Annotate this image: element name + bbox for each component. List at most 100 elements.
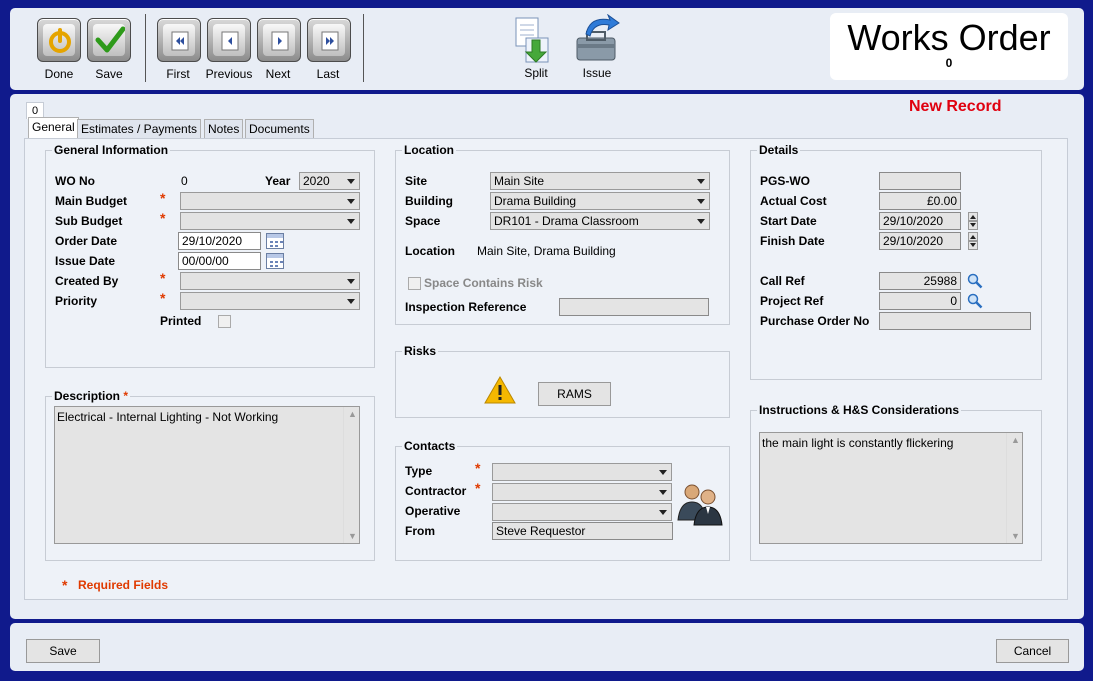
chevron-down-icon bbox=[659, 510, 667, 515]
required-marker: * bbox=[123, 389, 129, 403]
description-textarea[interactable]: Electrical - Internal Lighting - Not Wor… bbox=[54, 406, 360, 544]
save-toolbar-label: Save bbox=[95, 67, 123, 81]
calendar-icon[interactable] bbox=[266, 233, 284, 249]
start-date-stepper[interactable] bbox=[968, 212, 978, 230]
last-button[interactable] bbox=[307, 18, 351, 62]
sub-budget-select[interactable] bbox=[180, 212, 360, 230]
calendar-icon[interactable] bbox=[266, 253, 284, 269]
scroll-down-icon[interactable]: ▼ bbox=[348, 531, 357, 541]
save-button[interactable]: Save bbox=[26, 639, 100, 663]
description-title: Description bbox=[54, 389, 121, 403]
issue-icon[interactable] bbox=[572, 14, 622, 64]
finish-date-stepper[interactable] bbox=[968, 232, 978, 250]
chevron-down-icon bbox=[697, 199, 705, 204]
created-by-label: Created By bbox=[55, 274, 119, 288]
finish-date-field[interactable]: 29/10/2020 bbox=[879, 232, 961, 250]
space-label: Space bbox=[405, 214, 441, 228]
start-date-label: Start Date bbox=[760, 214, 817, 228]
search-icon[interactable] bbox=[967, 273, 983, 289]
last-page-icon bbox=[321, 31, 339, 51]
first-button[interactable] bbox=[157, 18, 201, 62]
printed-checkbox[interactable] bbox=[218, 315, 231, 328]
required-marker: * bbox=[475, 480, 481, 496]
required-marker: * bbox=[160, 190, 166, 206]
order-date-field[interactable]: 29/10/2020 bbox=[178, 232, 261, 250]
contractor-select[interactable] bbox=[492, 483, 672, 501]
call-ref-field[interactable]: 25988 bbox=[879, 272, 961, 290]
tab-documents[interactable]: Documents bbox=[245, 119, 314, 138]
chevron-down-icon bbox=[347, 299, 355, 304]
chevron-down-icon bbox=[659, 470, 667, 475]
next-button[interactable] bbox=[257, 18, 301, 62]
split-icon[interactable] bbox=[512, 16, 556, 66]
operative-select[interactable] bbox=[492, 503, 672, 521]
increment-icon[interactable] bbox=[968, 212, 978, 221]
project-ref-field[interactable]: 0 bbox=[879, 292, 961, 310]
tab-notes[interactable]: Notes bbox=[204, 119, 244, 138]
space-risk-checkbox[interactable] bbox=[408, 277, 421, 290]
required-marker: * bbox=[160, 290, 166, 306]
chevron-down-icon bbox=[347, 179, 355, 184]
wo-no-label: WO No bbox=[55, 174, 95, 188]
split-label[interactable]: Split bbox=[501, 66, 571, 80]
decrement-icon[interactable] bbox=[968, 241, 978, 250]
pgs-wo-field[interactable] bbox=[879, 172, 961, 190]
operative-label: Operative bbox=[405, 504, 461, 518]
group-title: Contacts bbox=[402, 439, 458, 453]
checkmark-icon bbox=[95, 26, 125, 53]
group-title: Location bbox=[402, 143, 456, 157]
tab-general[interactable]: General bbox=[28, 117, 79, 139]
space-select[interactable]: DR101 - Drama Classroom bbox=[490, 212, 710, 230]
next-page-icon bbox=[271, 31, 289, 51]
scroll-up-icon[interactable]: ▲ bbox=[1011, 435, 1020, 445]
scrollbar[interactable]: ▲ ▼ bbox=[343, 407, 359, 543]
group-title: Description * bbox=[52, 389, 131, 403]
title-box: Works Order 0 bbox=[830, 13, 1068, 80]
required-fields-note: Required Fields bbox=[78, 578, 169, 592]
created-by-select[interactable] bbox=[180, 272, 360, 290]
new-record-status: New Record bbox=[909, 98, 1002, 115]
tab-estimates-payments[interactable]: Estimates / Payments bbox=[77, 119, 202, 138]
start-date-field[interactable]: 29/10/2020 bbox=[879, 212, 961, 230]
printed-label: Printed bbox=[160, 314, 202, 328]
location-value: Main Site, Drama Building bbox=[477, 244, 616, 258]
scroll-up-icon[interactable]: ▲ bbox=[348, 409, 357, 419]
from-label: From bbox=[405, 524, 435, 538]
contacts-people-icon[interactable] bbox=[676, 480, 724, 526]
instructions-textarea[interactable]: the main light is constantly flickering … bbox=[759, 432, 1023, 544]
purchase-order-field[interactable] bbox=[879, 312, 1031, 330]
cancel-button[interactable]: Cancel bbox=[996, 639, 1069, 663]
chevron-down-icon bbox=[659, 490, 667, 495]
footer-bar bbox=[10, 623, 1084, 671]
chevron-down-icon bbox=[347, 199, 355, 204]
building-select[interactable]: Drama Building bbox=[490, 192, 710, 210]
save-toolbar-button[interactable] bbox=[87, 18, 131, 62]
building-value: Drama Building bbox=[494, 194, 577, 208]
issue-date-field[interactable]: 00/00/00 bbox=[178, 252, 261, 270]
scroll-down-icon[interactable]: ▼ bbox=[1011, 531, 1020, 541]
group-title: Instructions & H&S Considerations bbox=[757, 403, 962, 417]
site-select[interactable]: Main Site bbox=[490, 172, 710, 190]
site-value: Main Site bbox=[494, 174, 545, 188]
actual-cost-field[interactable]: £0.00 bbox=[879, 192, 961, 210]
scrollbar[interactable]: ▲ ▼ bbox=[1006, 433, 1022, 543]
done-button[interactable] bbox=[37, 18, 81, 62]
chevron-down-icon bbox=[347, 279, 355, 284]
required-marker: * bbox=[160, 210, 166, 226]
priority-select[interactable] bbox=[180, 292, 360, 310]
contractor-label: Contractor bbox=[405, 484, 467, 498]
year-select[interactable]: 2020 bbox=[299, 172, 360, 190]
search-icon[interactable] bbox=[967, 293, 983, 309]
page-title: Works Order bbox=[847, 17, 1051, 58]
from-field[interactable]: Steve Requestor bbox=[492, 522, 673, 540]
decrement-icon[interactable] bbox=[968, 221, 978, 230]
group-title: Risks bbox=[402, 344, 439, 358]
previous-button[interactable] bbox=[207, 18, 251, 62]
inspection-reference-field[interactable] bbox=[559, 298, 709, 316]
last-label: Last bbox=[316, 67, 340, 81]
type-select[interactable] bbox=[492, 463, 672, 481]
main-budget-select[interactable] bbox=[180, 192, 360, 210]
issue-label[interactable]: Issue bbox=[562, 66, 632, 80]
increment-icon[interactable] bbox=[968, 232, 978, 241]
rams-button[interactable]: RAMS bbox=[538, 382, 611, 406]
